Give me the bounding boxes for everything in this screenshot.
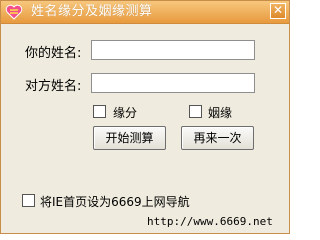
heart-icon [5, 4, 23, 20]
title-bar[interactable]: 姓名缘分及姻缘测算 ✕ [1, 1, 289, 24]
marriage-checkbox[interactable] [189, 105, 202, 118]
your-name-label: 你的姓名: [25, 46, 82, 61]
fate-checkbox[interactable] [93, 105, 106, 118]
close-icon: ✕ [272, 3, 284, 17]
close-button[interactable]: ✕ [270, 3, 286, 19]
homepage-checkbox[interactable] [22, 194, 35, 207]
app-window: 姓名缘分及姻缘测算 ✕ 你的姓名: 对方姓名: 缘分 姻缘 开始测算 再来一次 … [0, 0, 290, 234]
partner-name-input[interactable] [91, 73, 255, 93]
window-title: 姓名缘分及姻缘测算 [31, 4, 153, 19]
start-button[interactable]: 开始测算 [93, 126, 166, 150]
fate-checkbox-label: 缘分 [113, 106, 138, 120]
your-name-input[interactable] [91, 40, 255, 60]
partner-name-label: 对方姓名: [25, 79, 82, 94]
homepage-checkbox-label: 将IE首页设为6669上网导航 [40, 195, 190, 209]
marriage-checkbox-label: 姻缘 [208, 106, 233, 120]
again-button[interactable]: 再来一次 [181, 126, 254, 150]
website-link[interactable]: http://www.6669.net [147, 215, 273, 228]
